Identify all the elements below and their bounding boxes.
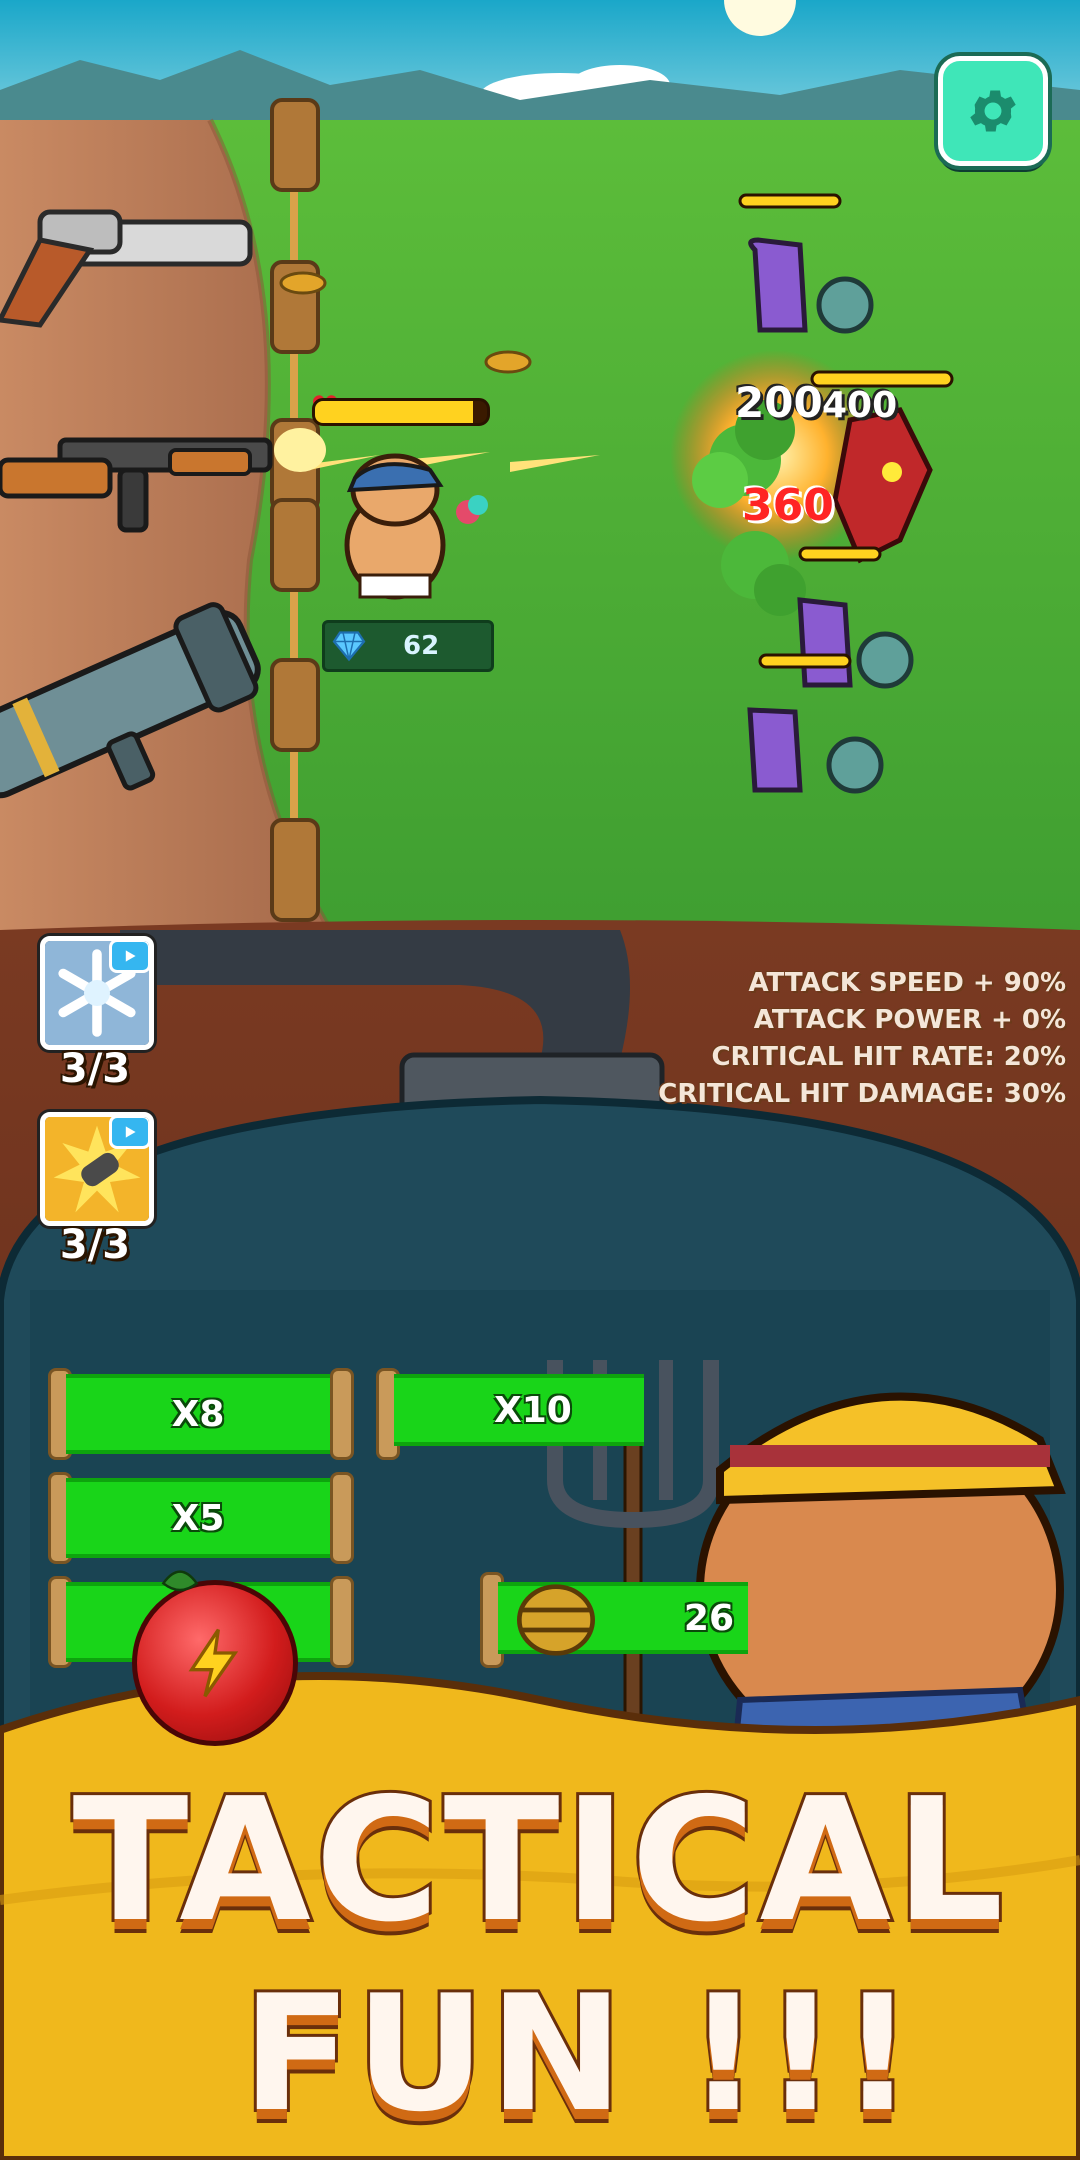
multiplier-gate-x8[interactable]: X8 [66,1374,330,1454]
watch-ad-icon [109,1117,149,1149]
rope-post [330,1472,354,1564]
diamond-icon [332,631,366,662]
freeze-skill-button[interactable] [40,936,154,1050]
multiplier-gate-x5[interactable]: X5 [66,1478,330,1558]
lightning-icon [188,1628,239,1698]
player-health-fill [315,401,474,423]
damage-number: 400 [822,385,898,426]
banner-title-line1: TACTICAL [70,1759,1008,1963]
gem-count: 62 [403,631,440,661]
watch-ad-icon [109,941,149,973]
damage-number: 200 [735,378,823,427]
bullet-skill-count: 3/3 [59,1222,131,1268]
rope-post [330,1576,354,1668]
gem-counter: 62 [322,620,494,672]
banner-title-line2: FUN !!! [239,1957,918,2150]
barrel-icon [517,1584,595,1656]
gear-icon [970,90,1016,132]
stat-attack-speed: ATTACK SPEED + 90% [748,968,1066,998]
freeze-skill-count: 3/3 [59,1046,131,1092]
player-health-bar [312,398,490,426]
power-bomb-button[interactable] [132,1580,298,1746]
stat-critical-rate: CRITICAL HIT RATE: 20% [711,1042,1066,1072]
rope-post [330,1368,354,1460]
multiplier-gate-x10[interactable]: X10 [394,1374,644,1446]
critical-damage-number: 360 [742,480,834,531]
bomb-fuse-leaf [161,1570,199,1592]
bullet-skill-button[interactable] [40,1112,154,1226]
settings-button[interactable] [938,56,1048,166]
stat-attack-power: ATTACK POWER + 0% [753,1005,1066,1035]
stat-critical-damage: CRITICAL HIT DAMAGE: 30% [658,1079,1066,1109]
